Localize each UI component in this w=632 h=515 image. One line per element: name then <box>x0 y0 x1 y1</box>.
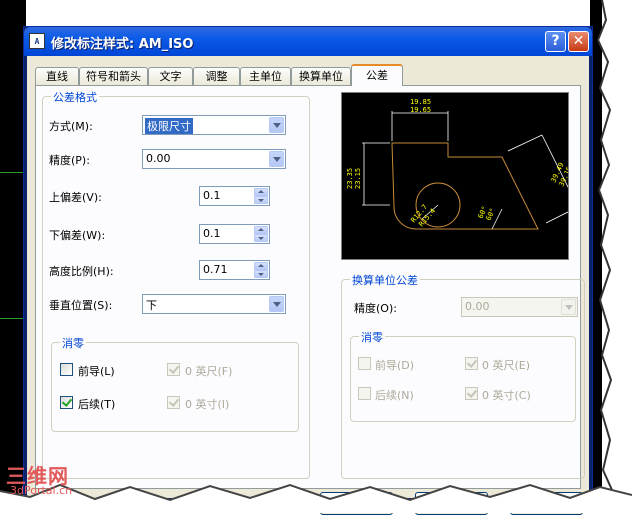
group-title: 消零 <box>60 335 86 351</box>
method-select[interactable]: 极限尺寸 <box>142 115 286 135</box>
group-title: 消零 <box>359 329 385 345</box>
leading-label: 前导(L) <box>78 365 115 378</box>
upper-value: 0.1 <box>203 189 221 202</box>
window-title: 修改标注样式: AM_ISO <box>51 37 194 52</box>
group-title: 换算单位公差 <box>350 272 420 288</box>
tab-text[interactable]: 文字 <box>148 67 193 85</box>
alt-precision-select[interactable]: 0.00 <box>461 297 578 317</box>
tab-lines[interactable]: 直线 <box>35 67 79 85</box>
torn-edge-right <box>596 0 632 513</box>
vertical-position-label: 垂直位置(S): <box>49 299 113 312</box>
top-dim-lower: 19.65 <box>410 106 431 114</box>
tab-tolerances[interactable]: 公差 <box>351 64 403 86</box>
spin-up-icon[interactable] <box>254 188 268 196</box>
preview-drawing: 19.85 19.65 23.35 23.15 39.49 39.15 R12.… <box>346 98 575 230</box>
help-icon[interactable]: ? <box>545 31 566 52</box>
alt-zero-suppression-group: 消零 前导(D) 0 英尺(E) 后续(N) 0 英寸(C) <box>350 329 576 422</box>
torn-edge-bottom <box>0 483 632 513</box>
height-scale-value: 0.71 <box>203 263 228 276</box>
method-value: 极限尺寸 <box>145 118 193 134</box>
lower-value-label: 下偏差(W): <box>49 229 106 242</box>
alt-precision-label: 精度(O): <box>354 302 397 315</box>
alt-feet-label: 0 英尺(E) <box>482 359 531 372</box>
feet-label: 0 英尺(F) <box>185 365 233 378</box>
chevron-down-icon[interactable] <box>269 296 284 312</box>
vertical-position-select[interactable]: 下 <box>142 294 286 314</box>
chevron-down-icon[interactable] <box>269 151 284 167</box>
spin-down-icon[interactable] <box>254 234 268 242</box>
preview-image: 19.85 19.65 23.35 23.15 39.49 39.15 R12.… <box>341 92 575 260</box>
tab-alternate-units[interactable]: 换算单位 <box>291 67 351 85</box>
dialog-client: 直线 符号和箭头 文字 调整 主单位 换算单位 公差 公差格式 方式(M): 极… <box>27 56 589 515</box>
dimension-style-dialog: A 修改标注样式: AM_ISO ? ✕ 直线 符号和箭头 文字 调整 主单位 … <box>23 26 593 515</box>
tolerance-format-group: 公差格式 方式(M): 极限尺寸 精度(P): 0.00 上偏差(V): 0.1 <box>42 89 310 479</box>
tolerances-panel: 公差格式 方式(M): 极限尺寸 精度(P): 0.00 上偏差(V): 0.1 <box>35 85 585 489</box>
spin-down-icon[interactable] <box>254 270 268 278</box>
trailing-checkbox[interactable] <box>60 396 73 409</box>
left-dim-upper: 23.35 <box>346 168 354 189</box>
feet-checkbox[interactable] <box>167 363 180 376</box>
alt-leading-checkbox[interactable] <box>358 357 371 370</box>
precision-select[interactable]: 0.00 <box>142 149 286 169</box>
top-dim-upper: 19.85 <box>410 98 431 106</box>
alt-inches-label: 0 英寸(C) <box>482 389 531 402</box>
vertical-position-value: 下 <box>146 299 157 312</box>
alt-feet-checkbox[interactable] <box>465 357 478 370</box>
method-label: 方式(M): <box>49 120 93 133</box>
precision-label: 精度(P): <box>49 154 90 167</box>
left-dim-lower: 23.15 <box>354 168 362 189</box>
watermark-site: 3dPortal.cn <box>10 484 73 497</box>
spin-up-icon[interactable] <box>254 226 268 234</box>
lower-value-spinner[interactable]: 0.1 <box>199 224 270 244</box>
alt-leading-label: 前导(D) <box>375 359 415 372</box>
app-icon: A <box>29 33 45 49</box>
chevron-down-icon[interactable] <box>269 117 284 133</box>
title-bar[interactable]: A 修改标注样式: AM_ISO ? ✕ <box>24 27 592 56</box>
height-scale-spinner[interactable]: 0.71 <box>199 260 270 280</box>
lower-value: 0.1 <box>203 227 221 240</box>
zero-suppression-group: 消零 前导(L) 0 英尺(F) 后续(T) 0 英寸(I) <box>51 335 299 432</box>
spin-up-icon[interactable] <box>254 262 268 270</box>
upper-value-label: 上偏差(V): <box>49 191 102 204</box>
upper-value-spinner[interactable]: 0.1 <box>199 186 270 206</box>
precision-value: 0.00 <box>146 152 171 165</box>
alt-trailing-label: 后续(N) <box>375 389 414 402</box>
alt-inches-checkbox[interactable] <box>465 387 478 400</box>
inches-label: 0 英寸(I) <box>185 398 230 411</box>
inches-checkbox[interactable] <box>167 396 180 409</box>
alt-precision-value: 0.00 <box>465 300 490 313</box>
tab-symbols-arrows[interactable]: 符号和箭头 <box>79 67 148 85</box>
trailing-label: 后续(T) <box>78 398 116 411</box>
tab-fit[interactable]: 调整 <box>193 67 240 85</box>
leading-checkbox[interactable] <box>60 363 73 376</box>
alt-tolerance-group: 换算单位公差 精度(O): 0.00 消零 前导(D) 0 英尺(E) 后续(N… <box>341 272 585 479</box>
tab-primary-units[interactable]: 主单位 <box>240 67 291 85</box>
alt-trailing-checkbox[interactable] <box>358 387 371 400</box>
group-title: 公差格式 <box>51 89 99 105</box>
spin-down-icon[interactable] <box>254 196 268 204</box>
height-scale-label: 高度比例(H): <box>49 265 114 278</box>
chevron-down-icon[interactable] <box>561 299 576 315</box>
close-icon[interactable]: ✕ <box>568 31 589 52</box>
